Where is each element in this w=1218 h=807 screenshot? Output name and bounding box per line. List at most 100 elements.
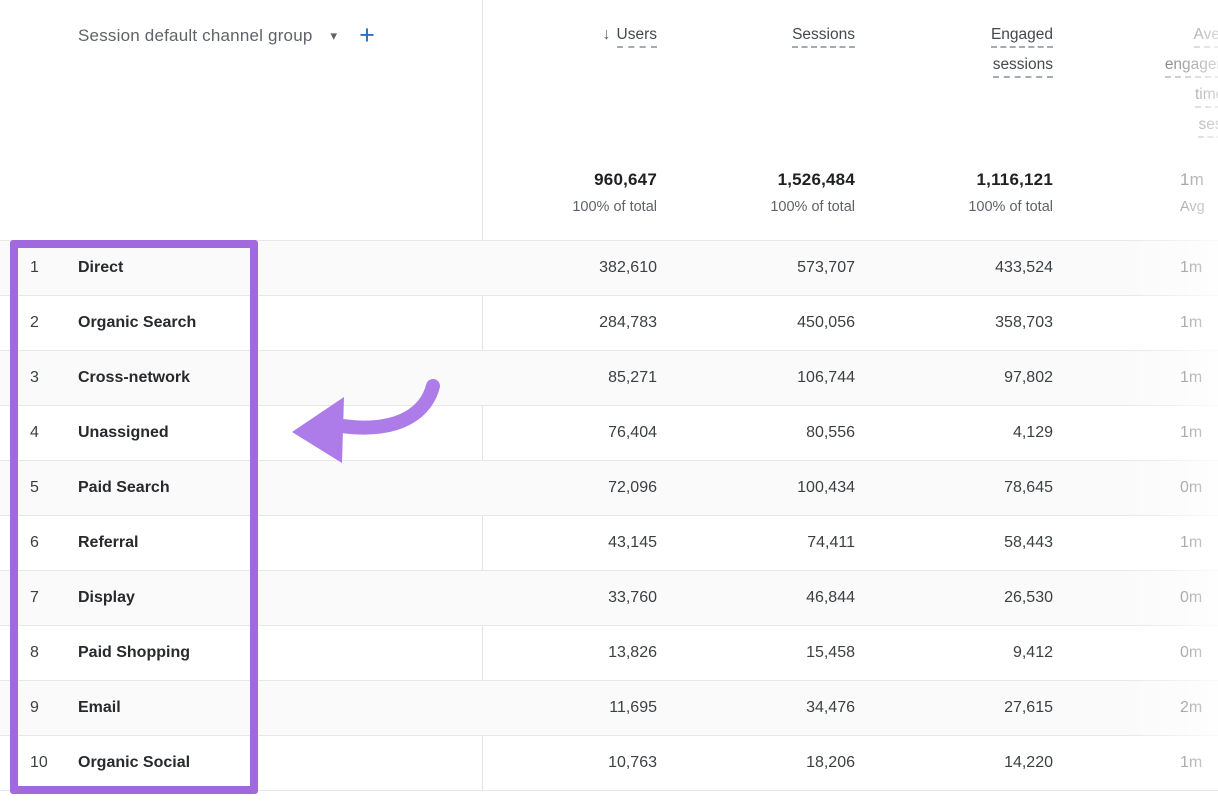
- cell-engaged: 97,802: [878, 351, 1053, 405]
- cell-avg-engagement: 1m: [1076, 516, 1218, 570]
- row-rank: 9: [30, 681, 39, 735]
- cell-engaged: 27,615: [878, 681, 1053, 735]
- table-row: 9 Email 11,695 34,476 27,615 2m: [0, 681, 1218, 736]
- cell-engaged: 78,645: [878, 461, 1053, 515]
- avg-line1: Average: [1194, 25, 1218, 48]
- table-row: 4 Unassigned 76,404 80,556 4,129 1m: [0, 406, 1218, 461]
- row-rank: 7: [30, 571, 39, 625]
- row-rank: 6: [30, 516, 39, 570]
- avg-line3: time per: [1195, 85, 1218, 108]
- cell-sessions: 450,056: [680, 296, 855, 350]
- row-rank: 8: [30, 626, 39, 680]
- total-avg-engagement: 1m Avg: [1076, 170, 1218, 215]
- channel-name: Display: [78, 571, 135, 625]
- total-sessions-subtext: 100% of total: [680, 199, 855, 215]
- cell-avg-engagement: 1m: [1076, 406, 1218, 460]
- table-row: 2 Organic Search 284,783 450,056 358,703…: [0, 296, 1218, 351]
- channel-name: Organic Search: [78, 296, 196, 350]
- cell-engaged: 433,524: [878, 241, 1053, 295]
- row-rank: 2: [30, 296, 39, 350]
- total-engaged-value: 1,116,121: [878, 170, 1053, 190]
- total-engaged-subtext: 100% of total: [878, 199, 1053, 215]
- column-header-sessions[interactable]: Sessions: [680, 20, 855, 50]
- row-rank: 10: [30, 736, 48, 790]
- table-row: 6 Referral 43,145 74,411 58,443 1m: [0, 516, 1218, 571]
- chevron-down-icon[interactable]: ▾: [331, 28, 338, 44]
- cell-sessions: 106,744: [680, 351, 855, 405]
- engaged-line2: sessions: [993, 55, 1053, 78]
- channel-name: Referral: [78, 516, 138, 570]
- cell-avg-engagement: 0m: [1076, 571, 1218, 625]
- total-users-value: 960,647: [482, 170, 657, 190]
- table-row: 7 Display 33,760 46,844 26,530 0m: [0, 571, 1218, 626]
- total-avg-value: 1m: [1180, 170, 1218, 190]
- cell-avg-engagement: 1m: [1076, 296, 1218, 350]
- cell-users: 76,404: [482, 406, 657, 460]
- channel-name: Cross-network: [78, 351, 190, 405]
- total-avg-subtext: Avg: [1180, 199, 1218, 215]
- cell-users: 43,145: [482, 516, 657, 570]
- cell-sessions: 573,707: [680, 241, 855, 295]
- cell-users: 13,826: [482, 626, 657, 680]
- cell-users: 284,783: [482, 296, 657, 350]
- table-row: 10 Organic Social 10,763 18,206 14,220 1…: [0, 736, 1218, 791]
- table-row: 1 Direct 382,610 573,707 433,524 1m: [0, 241, 1218, 296]
- channel-name: Email: [78, 681, 121, 735]
- dimension-dropdown[interactable]: Session default channel group: [78, 26, 313, 46]
- channel-name: Direct: [78, 241, 123, 295]
- table-row: 3 Cross-network 85,271 106,744 97,802 1m: [0, 351, 1218, 406]
- avg-line2: engagement: [1165, 55, 1218, 78]
- cell-sessions: 34,476: [680, 681, 855, 735]
- total-sessions: 1,526,484 100% of total: [680, 170, 855, 215]
- channel-name: Unassigned: [78, 406, 169, 460]
- cell-users: 11,695: [482, 681, 657, 735]
- total-users: 960,647 100% of total: [482, 170, 657, 215]
- row-rank: 5: [30, 461, 39, 515]
- channel-name: Paid Shopping: [78, 626, 190, 680]
- column-header-users[interactable]: ↓ Users: [482, 20, 657, 50]
- cell-avg-engagement: 0m: [1076, 626, 1218, 680]
- cell-engaged: 358,703: [878, 296, 1053, 350]
- channel-name: Organic Social: [78, 736, 190, 790]
- analytics-channel-table: Session default channel group ▾ + ↓ Users…: [0, 0, 1218, 807]
- row-rank: 3: [30, 351, 39, 405]
- cell-avg-engagement: 0m: [1076, 461, 1218, 515]
- dimension-header: Session default channel group ▾ +: [78, 22, 375, 49]
- cell-engaged: 4,129: [878, 406, 1053, 460]
- total-engaged-sessions: 1,116,121 100% of total: [878, 170, 1053, 215]
- cell-sessions: 80,556: [680, 406, 855, 460]
- add-dimension-button[interactable]: +: [359, 22, 375, 49]
- cell-users: 10,763: [482, 736, 657, 790]
- sort-descending-icon: ↓: [603, 26, 611, 43]
- cell-users: 33,760: [482, 571, 657, 625]
- column-header-sessions-label: Sessions: [792, 25, 855, 48]
- cell-engaged: 58,443: [878, 516, 1053, 570]
- cell-users: 382,610: [482, 241, 657, 295]
- cell-engaged: 26,530: [878, 571, 1053, 625]
- table-body: 1 Direct 382,610 573,707 433,524 1m 2 Or…: [0, 240, 1218, 791]
- column-header-avg-engagement-time[interactable]: Average engagement time per session: [1076, 20, 1218, 140]
- cell-engaged: 9,412: [878, 626, 1053, 680]
- total-users-subtext: 100% of total: [482, 199, 657, 215]
- table-row: 8 Paid Shopping 13,826 15,458 9,412 0m: [0, 626, 1218, 681]
- cell-sessions: 15,458: [680, 626, 855, 680]
- total-sessions-value: 1,526,484: [680, 170, 855, 190]
- cell-sessions: 100,434: [680, 461, 855, 515]
- row-rank: 4: [30, 406, 39, 460]
- cell-avg-engagement: 2m: [1076, 681, 1218, 735]
- column-header-engaged-sessions[interactable]: Engaged sessions: [878, 20, 1053, 80]
- avg-line4: session: [1198, 115, 1218, 138]
- cell-users: 85,271: [482, 351, 657, 405]
- cell-users: 72,096: [482, 461, 657, 515]
- engaged-line1: Engaged: [991, 25, 1053, 48]
- cell-engaged: 14,220: [878, 736, 1053, 790]
- cell-sessions: 46,844: [680, 571, 855, 625]
- cell-avg-engagement: 1m: [1076, 241, 1218, 295]
- table-row: 5 Paid Search 72,096 100,434 78,645 0m: [0, 461, 1218, 516]
- channel-name: Paid Search: [78, 461, 170, 515]
- column-header-users-label: Users: [617, 25, 657, 48]
- cell-sessions: 18,206: [680, 736, 855, 790]
- cell-sessions: 74,411: [680, 516, 855, 570]
- cell-avg-engagement: 1m: [1076, 351, 1218, 405]
- row-rank: 1: [30, 241, 39, 295]
